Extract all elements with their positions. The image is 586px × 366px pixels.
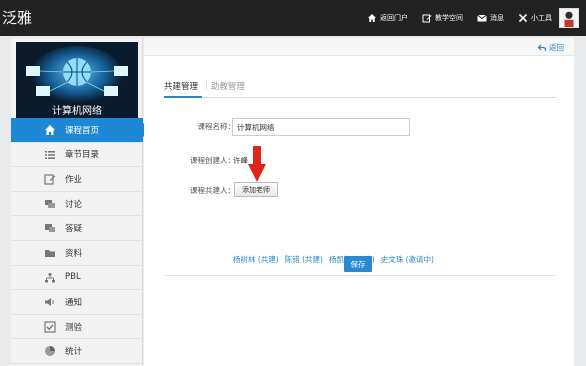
sidebar-item-notice[interactable]: 通知: [11, 290, 143, 315]
sidebar-item-chapters[interactable]: 章节目录: [11, 143, 143, 168]
form-divider: [164, 275, 556, 276]
nav-tools-label: 小工具: [531, 14, 552, 22]
tab-co-build-management[interactable]: 共建管理: [164, 80, 203, 98]
sidebar-menu: 课程首页 章节目录 作业 讨论 答疑 资料 PBL 通知 测验 统计: [11, 118, 151, 364]
top-bar: 泛雅 返回门户 教学空间 消息 小工具: [0, 0, 586, 36]
qa-icon: [45, 224, 55, 233]
add-teacher-button[interactable]: 添加老师: [234, 182, 278, 197]
home-icon: [368, 14, 376, 22]
sidebar-item-label: PBL: [65, 272, 81, 283]
sidebar-item-qa[interactable]: 答疑: [11, 216, 143, 241]
collaborator-link[interactable]: 陈错 (共建): [285, 254, 323, 265]
back-link-label: 返回: [549, 43, 564, 52]
tab-separator: |: [205, 80, 208, 90]
sidebar-item-label: 资料: [65, 248, 83, 259]
brand-logo[interactable]: 泛雅: [2, 7, 32, 28]
checkbox-icon: [44, 321, 56, 333]
course-name-input[interactable]: 计算机网络: [232, 118, 410, 136]
creator-row: 课程创建人： 许峰: [144, 152, 574, 170]
collaborator-link[interactable]: 史文珠 (邀请中): [381, 254, 434, 265]
course-name-row: 课程名称： 计算机网络: [144, 118, 574, 136]
nav-portal-label: 返回门户: [380, 14, 408, 22]
mail-icon: [477, 14, 487, 22]
coworker-row: 课程共建人： 添加老师: [144, 182, 574, 200]
save-button[interactable]: 保存: [344, 256, 372, 272]
edit-icon: [422, 14, 432, 23]
sitemap-icon: [45, 272, 55, 283]
back-link[interactable]: 返回: [538, 42, 564, 53]
red-down-arrow-icon: [248, 146, 266, 182]
tab-assistant-management[interactable]: 助教管理: [211, 80, 249, 92]
top-nav: 返回门户 教学空间 消息 小工具: [367, 0, 552, 36]
collaborator-list: 杨树林 (共建) 陈错 (共建) 杨凯彬 (共建) 史文珠 (邀请中): [233, 254, 434, 265]
course-banner-title: 计算机网络: [52, 106, 102, 117]
sidebar-item-homework[interactable]: 作业: [11, 167, 143, 192]
collaborator-link[interactable]: 杨树林 (共建): [233, 254, 279, 265]
nav-portal[interactable]: 返回门户: [367, 13, 408, 23]
main-toolbar: 返回: [144, 38, 574, 56]
coworker-label: 课程共建人：: [190, 186, 235, 195]
home-icon: [45, 125, 55, 135]
sidebar-item-statistics[interactable]: 统计: [11, 339, 143, 364]
tools-icon: [518, 13, 528, 23]
user-photo-icon: [560, 9, 578, 27]
back-arrow-icon: [538, 44, 546, 51]
main-panel: 返回 共建管理 | 助教管理 课程名称： 计算机网络 课程创建人： 许峰 课程共…: [144, 38, 574, 366]
list-icon: [45, 150, 55, 159]
sidebar-item-label: 答疑: [65, 224, 83, 235]
course-banner: 计算机网络: [16, 42, 138, 118]
sidebar-item-label: 章节目录: [65, 150, 100, 161]
sidebar-item-pbl[interactable]: PBL: [11, 266, 143, 291]
sidebar-item-label: 通知: [65, 297, 83, 308]
sidebar-item-label: 讨论: [65, 199, 83, 210]
nav-teaching-space-label: 教学空间: [435, 14, 463, 22]
sidebar-item-quiz[interactable]: 测验: [11, 315, 143, 340]
pie-icon: [45, 346, 55, 357]
creator-value: 许峰: [233, 156, 248, 165]
folder-icon: [45, 249, 55, 257]
sidebar-item-course-home[interactable]: 课程首页: [11, 118, 151, 143]
sidebar-item-materials[interactable]: 资料: [11, 241, 143, 266]
sidebar-item-label: 测验: [65, 322, 83, 333]
sidebar-item-label: 统计: [65, 347, 83, 358]
nav-messages[interactable]: 消息: [477, 13, 504, 23]
user-avatar[interactable]: [559, 8, 579, 28]
sidebar-item-discussion[interactable]: 讨论: [11, 192, 143, 217]
nav-teaching-space[interactable]: 教学空间: [422, 13, 463, 23]
sidebar-item-label: 作业: [65, 174, 83, 185]
course-name-label: 课程名称：: [197, 122, 236, 131]
chat-icon: [45, 199, 55, 208]
edit-icon: [44, 174, 56, 185]
nav-messages-label: 消息: [490, 14, 504, 22]
tab-bar: 共建管理 | 助教管理: [164, 80, 556, 98]
sidebar: 计算机网络 课程首页 章节目录 作业 讨论 答疑 资料 PBL 通知 测验 统计: [11, 38, 151, 366]
creator-label: 课程创建人：: [190, 156, 235, 165]
nav-tools[interactable]: 小工具: [518, 13, 552, 23]
speaker-icon: [45, 298, 54, 307]
sidebar-item-label: 课程首页: [65, 125, 100, 136]
